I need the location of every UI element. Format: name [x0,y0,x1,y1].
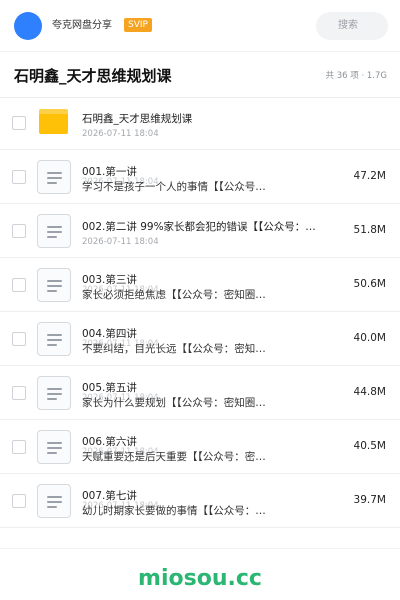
list-item[interactable]: 004.第四讲 2026-07-11 18:04 不要纠结，目光长远【【公众号：… [0,312,400,366]
list-item[interactable]: 001.第一讲 2026-07-11 18:04 学习不是孩子一个人的事情【【公… [0,150,400,204]
item-description: 家长为什么要规划【【公众号：密知圈… [82,397,266,409]
item-size: 44.8M [353,386,386,398]
row-checkbox[interactable] [12,494,26,508]
list-item[interactable]: 007.第七讲 2026-07-11 18:04 幼儿时期家长要做的事情【【公众… [0,474,400,528]
document-icon [37,322,71,356]
document-icon [37,160,71,194]
item-description: 天赋重要还是后天重要【【公众号：密… [82,451,266,463]
item-size: 40.0M [353,332,386,344]
item-size: 50.6M [353,278,386,290]
item-description: 家长必须拒绝焦虑【【公众号：密知圈… [82,289,266,301]
folder-header: 石明鑫_天才思维规划课 共 36 项 · 1.7G [0,52,400,98]
folder-meta: 共 36 项 · 1.7G [326,70,387,82]
file-list: 石明鑫_天才思维规划课 2026-07-11 18:04 001.第一讲 202… [0,96,400,528]
row-checkbox[interactable] [12,278,26,292]
row-checkbox[interactable] [12,440,26,454]
list-item[interactable]: 005.第五讲 2026-07-11 18:04 家长为什么要规划【【公众号：密… [0,366,400,420]
document-icon [37,268,71,302]
document-icon [37,430,71,464]
item-description: 幼儿时期家长要做的事情【【公众号：… [82,505,266,517]
meta-separator: · [358,71,367,81]
row-checkbox[interactable] [12,224,26,238]
item-size: 40.5M [353,440,386,452]
item-count: 共 36 项 [325,71,359,81]
top-bar: 夸克网盘分享 SVIP 搜索 [0,0,400,52]
avatar[interactable] [14,12,42,40]
share-owner-name: 夸克网盘分享 [52,20,112,31]
list-item[interactable]: 003.第三讲 2026-07-11 18:04 家长必须拒绝焦虑【【公众号：密… [0,258,400,312]
row-checkbox[interactable] [12,332,26,346]
watermark-text: miosou.cc [138,566,262,591]
item-size: 39.7M [353,494,386,506]
total-size: 1.7G [366,71,387,81]
page-title: 石明鑫_天才思维规划课 [14,67,172,85]
row-checkbox[interactable] [12,116,26,130]
list-item-folder[interactable]: 石明鑫_天才思维规划课 2026-07-11 18:04 [0,96,400,150]
item-description: 学习不是孩子一个人的事情【【公众号… [82,181,266,193]
document-icon [37,484,71,518]
folder-icon [39,109,68,134]
item-size: 47.2M [353,170,386,182]
item-size: 51.8M [353,224,386,236]
document-icon [37,376,71,410]
search-input[interactable]: 搜索 [316,12,388,40]
list-item[interactable]: 002.第二讲 99%家长都会犯的错误【【公众号：… 2026-07-11 18… [0,204,400,258]
item-name: 002.第二讲 99%家长都会犯的错误【【公众号：… [82,221,316,233]
list-item[interactable]: 006.第六讲 2026-07-11 18:04 天赋重要还是后天重要【【公众号… [0,420,400,474]
row-checkbox[interactable] [12,170,26,184]
item-date: 2026-07-11 18:04 [82,237,159,247]
item-date: 2026-07-11 18:04 [82,129,159,139]
row-checkbox[interactable] [12,386,26,400]
document-icon [37,214,71,248]
item-description: 不要纠结，目光长远【【公众号：密知… [82,343,266,355]
item-name: 石明鑫_天才思维规划课 [82,113,193,125]
svip-badge: SVIP [124,18,152,32]
